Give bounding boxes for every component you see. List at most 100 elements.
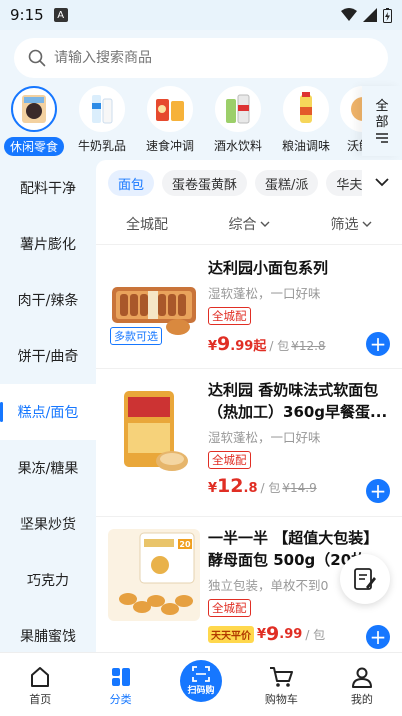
chips-expand-button[interactable]	[362, 166, 402, 198]
left-menu-item-active[interactable]: 糕点/面包	[0, 384, 96, 440]
wifi-icon	[341, 8, 357, 21]
left-menu-item[interactable]: 配料干净	[0, 160, 96, 216]
product-image	[108, 387, 200, 479]
category-item-drinks[interactable]: 酒水饮料	[208, 86, 268, 154]
scan-button: 扫码购	[180, 659, 223, 702]
chevron-down-icon	[375, 178, 389, 187]
filter-filter[interactable]: 筛选	[300, 214, 402, 234]
category-image	[147, 86, 193, 132]
home-icon	[28, 663, 52, 691]
category-image	[11, 86, 57, 132]
chip-bread[interactable]: 面包	[108, 170, 155, 196]
chevron-down-icon	[362, 221, 371, 227]
search-icon	[28, 49, 46, 67]
chip-egg-roll[interactable]: 蛋卷蛋黄酥	[162, 170, 248, 196]
all-categories-button[interactable]: 全 部	[362, 86, 402, 156]
delivery-tag: 全城配	[208, 599, 251, 617]
category-image	[283, 86, 329, 132]
left-menu-item[interactable]: 肉干/辣条	[0, 272, 96, 328]
category-image	[79, 86, 125, 132]
category-item-grain-oil[interactable]: 粮油调味	[276, 86, 336, 154]
category-image	[215, 86, 261, 132]
category-item-instant[interactable]: 速食冲调	[140, 86, 200, 154]
category-label: 酒水饮料	[213, 139, 262, 153]
add-to-cart-button[interactable]: +	[366, 332, 390, 356]
product-card[interactable]: 多款可选 达利园小面包系列 湿软蓬松，一口好味 全城配 ¥ 9 .99 起 / …	[96, 244, 402, 368]
original-price: ¥12.8	[291, 339, 326, 353]
tab-label: 首页	[29, 692, 52, 706]
price-integer: 12	[217, 475, 244, 497]
scan-icon	[192, 665, 210, 682]
category-item-dairy[interactable]: 牛奶乳品	[72, 86, 132, 154]
left-menu-item[interactable]: 坚果炒货	[0, 496, 96, 552]
price-unit: / 包	[305, 627, 326, 642]
signal-icon	[363, 8, 377, 22]
filter-filter-label: 筛选	[330, 217, 359, 233]
product-price: ¥ 12 .8 / 包 ¥14.9	[208, 475, 388, 497]
left-category-menu: 配料干净 薯片膨化 肉干/辣条 饼干/曲奇 糕点/面包 果冻/糖果 坚果炒货 巧…	[0, 160, 96, 652]
price-suffix: 起	[253, 339, 267, 354]
status-time: 9:15	[10, 6, 44, 24]
filter-scope[interactable]: 全城配	[96, 214, 198, 234]
filter-sort[interactable]: 综合	[198, 214, 300, 234]
left-menu-item[interactable]: 饼干/曲奇	[0, 328, 96, 384]
category-label: 牛奶乳品	[77, 139, 126, 153]
bottom-tab-bar: 首页 分类 扫码购 购物车 我的	[0, 652, 402, 716]
product-title: 达利园小面包系列	[208, 259, 329, 277]
product-price: ¥ 9 .99 起 / 包 ¥12.8	[208, 333, 388, 355]
left-menu-item[interactable]: 薯片膨化	[0, 216, 96, 272]
price-unit: / 包	[260, 481, 281, 495]
cart-icon	[268, 663, 294, 691]
category-item-snacks[interactable]: 休闲零食	[4, 86, 65, 156]
left-menu-item[interactable]: 果冻/糖果	[0, 440, 96, 496]
product-desc: 湿软蓬松，一口好味	[208, 286, 321, 301]
product-desc: 独立包装，单枚不到0.	[208, 578, 328, 593]
tab-label: 购物车	[264, 692, 298, 706]
filter-scope-label: 全城配	[126, 217, 168, 233]
search-input[interactable]	[54, 50, 354, 66]
chevron-down-icon	[260, 221, 269, 227]
product-image: 20	[108, 529, 200, 621]
chip-cake[interactable]: 蛋糕/派	[255, 170, 319, 196]
tab-scan[interactable]: 扫码购	[161, 653, 241, 716]
price-decimal: .8	[243, 481, 258, 496]
floating-note-button[interactable]	[340, 554, 390, 604]
delivery-tag: 全城配	[208, 451, 251, 469]
price-yen: ¥	[208, 339, 218, 354]
price-integer: 9	[217, 333, 231, 355]
tab-cart[interactable]: 购物车	[241, 653, 321, 716]
price-decimal: .99	[279, 626, 303, 642]
all-label-2: 部	[375, 115, 389, 130]
price-yen: ¥	[257, 626, 267, 642]
menu-lines-icon	[376, 133, 388, 143]
price-yen: ¥	[208, 481, 218, 496]
category-label: 粮油调味	[281, 139, 330, 153]
status-icons	[341, 7, 392, 23]
filter-sort-label: 综合	[228, 217, 257, 233]
product-card[interactable]: 达利园 香奶味法式软面包（热加工）360g早餐蛋... 湿软蓬松，一口好味 全城…	[96, 368, 402, 516]
subcategory-chips: 面包 蛋卷蛋黄酥 蛋糕/派 华夫饼	[108, 170, 386, 200]
search-bar[interactable]	[14, 38, 388, 78]
product-info: 达利园 香奶味法式软面包（热加工）360g早餐蛋... 湿软蓬松，一口好味 全城…	[208, 379, 388, 497]
daily-price-badge: 天天平价	[208, 625, 254, 643]
add-to-cart-button[interactable]: +	[366, 479, 390, 503]
category-strip: 休闲零食 牛奶乳品 速食冲调 酒水饮料 粮油调味 沃鲜 全 部	[0, 86, 402, 156]
category-grid-icon	[109, 663, 133, 691]
tab-category[interactable]: 分类	[80, 653, 160, 716]
multi-option-badge: 多款可选	[110, 327, 162, 345]
status-bar: 9:15 A	[0, 0, 402, 30]
filter-bar: 全城配 综合 筛选	[96, 206, 402, 242]
tab-label: 扫码购	[187, 685, 215, 696]
tab-me[interactable]: 我的	[322, 653, 402, 716]
category-label: 休闲零食	[4, 137, 65, 156]
left-menu-item[interactable]: 巧克力	[0, 552, 96, 608]
add-to-cart-button[interactable]: +	[366, 625, 390, 649]
product-title: 达利园 香奶味法式软面包（热加工）360g早餐蛋...	[208, 381, 388, 421]
tab-home[interactable]: 首页	[0, 653, 80, 716]
notification-icon: A	[53, 8, 68, 22]
note-edit-icon	[354, 568, 376, 590]
user-icon	[350, 663, 374, 691]
category-label: 速食冲调	[145, 139, 194, 153]
price-decimal: .99	[230, 339, 254, 354]
product-price: 天天平价 ¥ 9 .99 / 包	[208, 623, 388, 645]
